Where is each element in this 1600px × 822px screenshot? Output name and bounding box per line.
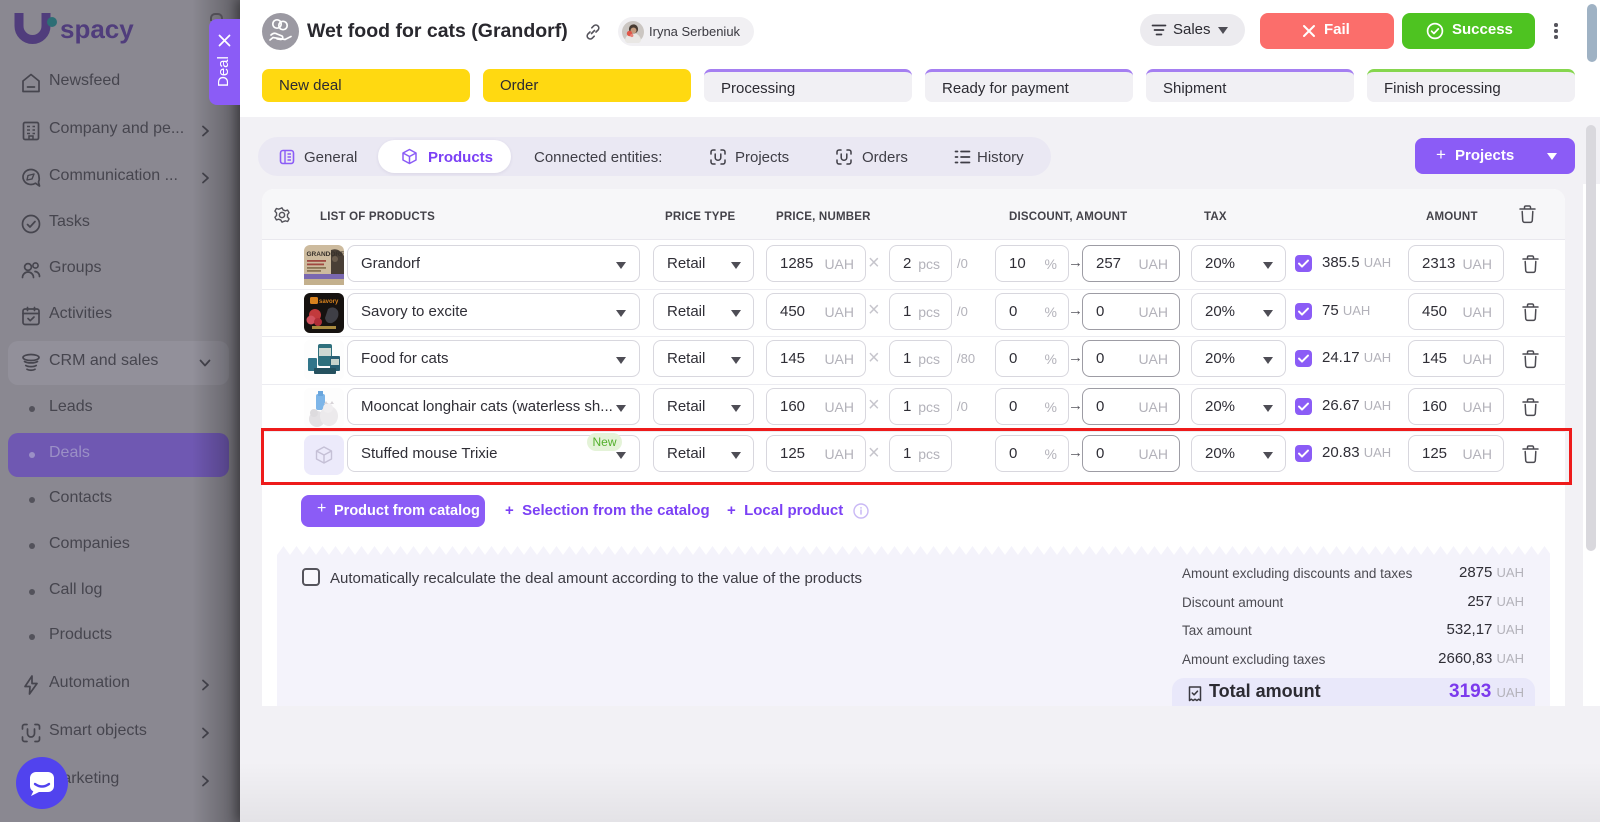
svg-text:GRANDORF: GRANDORF	[307, 251, 345, 258]
svg-text:savory: savory	[319, 299, 339, 305]
svg-text:spacy: spacy	[60, 14, 134, 44]
